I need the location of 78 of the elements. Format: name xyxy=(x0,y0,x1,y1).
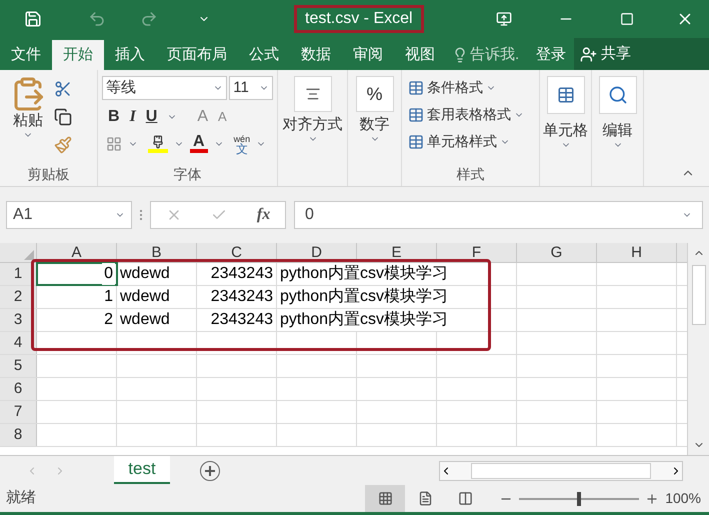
column-header[interactable]: H xyxy=(597,243,677,262)
number-format-button[interactable]: 数字 xyxy=(360,116,390,134)
column-header[interactable]: B xyxy=(117,243,197,262)
cells-icon[interactable] xyxy=(556,86,574,104)
ribbon-tab[interactable]: 审阅 xyxy=(342,40,394,70)
login-link[interactable]: 登录 xyxy=(532,40,570,70)
zoom-level: 100% xyxy=(665,489,701,508)
align-icon[interactable] xyxy=(304,86,320,102)
zoom-in-icon[interactable] xyxy=(645,492,660,506)
page-icon xyxy=(418,491,433,506)
tell-me-field[interactable]: 告诉我. xyxy=(470,44,532,66)
name-box[interactable]: A1 xyxy=(6,201,132,229)
group-label: 样式 xyxy=(456,165,486,184)
horizontal-scrollbar[interactable] xyxy=(439,460,683,480)
font-name-field[interactable]: 等线 xyxy=(102,76,228,100)
paste-button[interactable]: 粘贴 xyxy=(13,112,43,130)
styles-menu-button[interactable]: 套用表格格式 xyxy=(408,101,533,128)
scrollbar-thumb[interactable] xyxy=(471,462,651,478)
status-text: 就绪 xyxy=(6,488,36,508)
column-header[interactable]: C xyxy=(197,243,277,262)
table-icon xyxy=(408,80,424,96)
row-header[interactable]: 2 xyxy=(0,286,37,308)
row-header[interactable]: 7 xyxy=(0,401,37,423)
share-button[interactable]: 共享 xyxy=(574,38,709,70)
table-icon xyxy=(408,106,424,122)
sheet-tab[interactable]: test xyxy=(114,456,170,484)
columns-icon xyxy=(458,491,473,506)
vertical-scrollbar[interactable] xyxy=(687,243,709,455)
styles-menu-button[interactable]: 条件格式 xyxy=(408,74,533,101)
table-cell: 0 xyxy=(102,263,115,285)
column-header[interactable]: E xyxy=(357,243,437,262)
alignment-button[interactable]: 对齐方式 xyxy=(282,116,342,134)
font-color-button[interactable]: A xyxy=(190,135,208,153)
ribbon-tab[interactable]: 视图 xyxy=(394,40,446,70)
ribbon-tab[interactable]: 公式 xyxy=(238,40,290,70)
fill-color-icon[interactable] xyxy=(148,135,168,153)
ribbon-tab[interactable]: 开始 xyxy=(52,40,104,70)
column-header[interactable]: G xyxy=(517,243,597,262)
zoom-slider-thumb[interactable] xyxy=(577,492,582,506)
phonetic-button[interactable]: wén 文 xyxy=(234,134,250,154)
group-label: 剪贴板 xyxy=(26,165,70,184)
group-label: 字体 xyxy=(172,165,202,184)
ribbon-tab[interactable]: 插入 xyxy=(104,40,156,70)
ribbon-tab[interactable]: 页面布局 xyxy=(156,40,238,70)
row-header[interactable]: 3 xyxy=(0,309,37,331)
underline-button[interactable]: U xyxy=(146,105,158,129)
insert-function-button[interactable]: fx xyxy=(256,203,270,227)
person-plus-icon xyxy=(580,46,597,62)
styles-menu-button[interactable]: 单元格样式 xyxy=(408,128,533,155)
row-header[interactable]: 8 xyxy=(0,424,37,446)
editing-button[interactable]: 编辑 xyxy=(602,122,632,140)
cells-button[interactable]: 单元格 xyxy=(543,122,588,140)
bold-button[interactable]: B xyxy=(108,105,120,129)
italic-button[interactable]: I xyxy=(130,105,136,129)
table-icon xyxy=(408,134,424,150)
font-size-field[interactable]: 11 xyxy=(229,76,273,100)
save-icon[interactable] xyxy=(24,10,42,28)
ribbon-display-icon[interactable] xyxy=(496,11,512,27)
search-icon[interactable] xyxy=(608,85,628,105)
copy-icon[interactable] xyxy=(54,108,72,126)
grid-icon xyxy=(378,491,393,506)
scissors-icon[interactable] xyxy=(54,80,72,98)
formula-field[interactable]: 0 xyxy=(294,201,703,229)
column-header[interactable]: D xyxy=(277,243,357,262)
row-header[interactable]: 4 xyxy=(0,332,37,354)
add-sheet-icon[interactable] xyxy=(200,460,220,480)
column-header[interactable]: A xyxy=(37,243,117,262)
grid-view-button[interactable] xyxy=(365,485,406,512)
percent-icon[interactable]: % xyxy=(356,76,394,112)
column-header[interactable]: F xyxy=(437,243,517,262)
window-title: test.csv - Excel xyxy=(294,5,424,33)
row-header[interactable]: 5 xyxy=(0,355,37,377)
row-header[interactable]: 6 xyxy=(0,378,37,400)
border-icon[interactable] xyxy=(106,136,122,152)
scrollbar-thumb[interactable] xyxy=(692,265,706,325)
maximize-icon[interactable] xyxy=(620,12,634,26)
ribbon-tab[interactable]: 数据 xyxy=(290,40,342,70)
ribbon-tab[interactable]: 文件 xyxy=(0,40,52,70)
